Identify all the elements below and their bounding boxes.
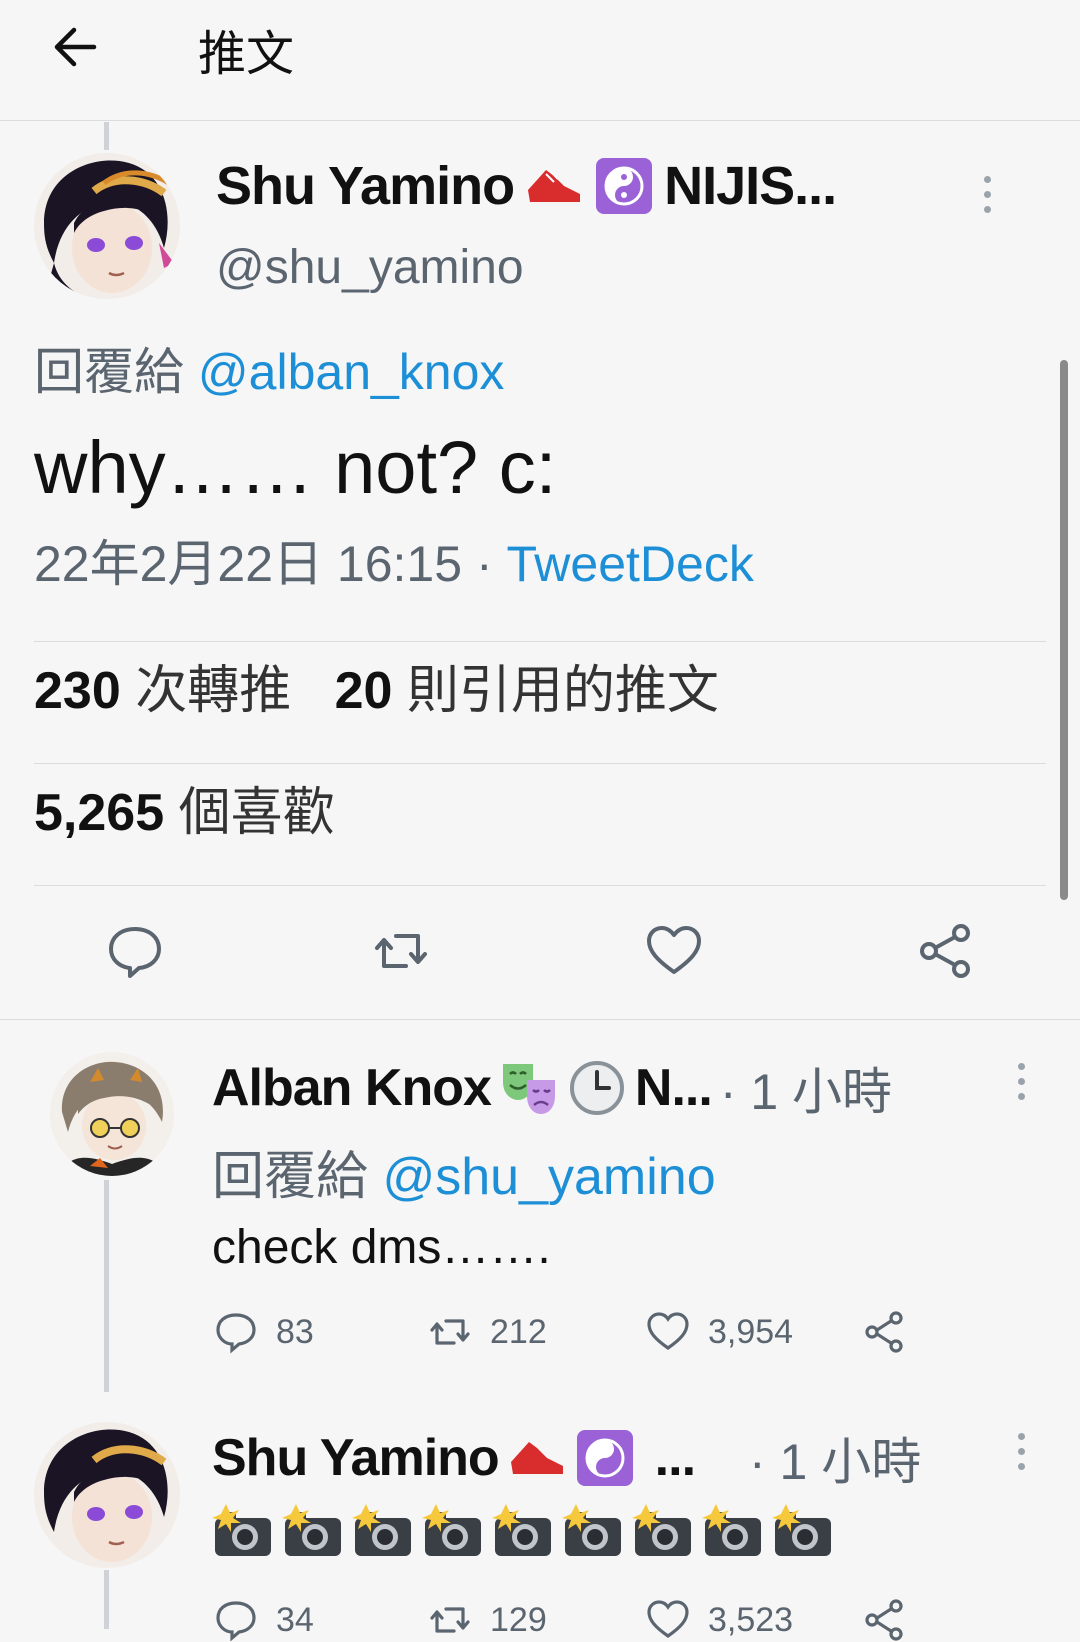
more-options-icon[interactable]: [1016, 1063, 1026, 1107]
retweet-icon[interactable]: [372, 922, 430, 980]
reply-time[interactable]: · 1 小時: [720, 1052, 892, 1124]
avatar-shu-yamino[interactable]: [34, 1422, 180, 1568]
reply-to-line: 回覆給 @shu_yamino: [212, 1134, 716, 1209]
divider: [34, 885, 1046, 886]
reply-to-handle[interactable]: @alban_knox: [198, 344, 505, 400]
tweet-text: why…… not? c:: [34, 426, 557, 509]
reply-time[interactable]: · 1 小時: [749, 1422, 921, 1494]
like-count-button[interactable]: 3,954: [646, 1310, 793, 1354]
retweet-quote-stats: 230 次轉推 20 則引用的推文: [34, 648, 719, 723]
like-count: 3,523: [708, 1600, 794, 1639]
camera-with-flash-emoji-icon: [282, 1502, 344, 1562]
reply-count-button[interactable]: 34: [214, 1598, 314, 1642]
reply-icon[interactable]: [106, 922, 164, 980]
camera-with-flash-emoji-icon: [632, 1502, 694, 1562]
camera-with-flash-emoji-icon: [702, 1502, 764, 1562]
like-count-button[interactable]: 3,523: [646, 1598, 793, 1642]
divider: [34, 641, 1046, 642]
thread-line: [104, 1180, 109, 1392]
like-heart-icon: [647, 1312, 689, 1350]
retweets-stat[interactable]: 230 次轉推: [34, 662, 291, 720]
yin-yang-emoji-icon: [575, 1428, 635, 1488]
reply-count: 34: [276, 1600, 314, 1639]
camera-with-flash-emoji-icon: [212, 1502, 274, 1562]
reply-text: check dms…….: [212, 1221, 551, 1274]
more-options-icon[interactable]: [982, 176, 992, 220]
share-button[interactable]: [862, 1310, 906, 1354]
reply-author-name-suffix: ...: [654, 1429, 696, 1487]
quotes-stat[interactable]: 20 則引用的推文: [335, 662, 719, 720]
thread-line-top: [104, 122, 109, 150]
retweet-icon: [430, 1607, 470, 1633]
reply-count-button[interactable]: 83: [214, 1310, 314, 1354]
reply-icon: [216, 1601, 256, 1642]
tweet-timestamp-row: 22年2月22日 16:15 · TweetDeck: [34, 524, 754, 596]
page-title: 推文: [198, 28, 295, 81]
reply-count: 83: [276, 1312, 314, 1351]
clock-emoji-icon: [567, 1058, 627, 1118]
share-icon: [865, 1599, 903, 1641]
reply-author-name-suffix: N...: [634, 1059, 713, 1117]
tweet-client[interactable]: TweetDeck: [507, 536, 754, 592]
thread-line: [104, 1570, 109, 1629]
reply-author-row[interactable]: Alban Knox N... · 1 小時: [212, 1052, 892, 1124]
reply-author-row[interactable]: Shu Yamino ... · 1 小時: [212, 1422, 921, 1494]
reply-to-line: 回覆給 @alban_knox: [34, 332, 504, 404]
retweet-count-button[interactable]: 212: [428, 1310, 547, 1354]
like-count: 3,954: [708, 1312, 794, 1351]
retweet-count-button[interactable]: 129: [428, 1598, 547, 1642]
like-heart-icon[interactable]: [645, 922, 703, 980]
like-heart-icon: [647, 1600, 689, 1638]
yin-yang-emoji-icon: [594, 156, 654, 216]
header-divider: [0, 120, 1080, 121]
sneaker-emoji-icon: [524, 156, 584, 216]
camera-with-flash-emoji-icon: [422, 1502, 484, 1562]
performing-arts-masks-emoji-icon: [499, 1058, 559, 1118]
reply-prefix: 回覆給: [212, 1148, 369, 1206]
sneaker-emoji-icon: [507, 1428, 567, 1488]
camera-with-flash-emoji-icon: [492, 1502, 554, 1562]
reply-prefix: 回覆給: [34, 344, 184, 400]
reply-author-name: Alban Knox: [212, 1059, 492, 1117]
scrollbar[interactable]: [1060, 360, 1068, 900]
avatar-shu-yamino[interactable]: [34, 153, 180, 299]
retweet-icon: [430, 1319, 470, 1345]
share-button[interactable]: [862, 1598, 906, 1642]
reply-to-handle[interactable]: @shu_yamino: [382, 1148, 715, 1206]
camera-with-flash-emoji-icon: [352, 1502, 414, 1562]
reply-author-name: Shu Yamino: [212, 1429, 500, 1487]
avatar-alban-knox[interactable]: [50, 1052, 174, 1176]
tweet-timestamp[interactable]: 22年2月22日 16:15 ·: [34, 536, 507, 592]
camera-with-flash-emoji-icon: [562, 1502, 624, 1562]
reply-text-emoji-row: [212, 1502, 842, 1574]
share-icon: [865, 1311, 903, 1353]
back-arrow-icon[interactable]: [50, 22, 100, 72]
reply-icon: [216, 1313, 256, 1354]
author-name-row[interactable]: Shu Yamino NIJIS...: [216, 155, 837, 217]
author-name: Shu Yamino: [216, 156, 515, 216]
retweet-count: 129: [490, 1600, 547, 1639]
author-name-suffix: NIJIS...: [664, 156, 837, 216]
retweet-count: 212: [490, 1312, 547, 1351]
camera-with-flash-emoji-icon: [772, 1502, 834, 1562]
top-app-bar: 推文: [0, 0, 1080, 120]
more-options-icon[interactable]: [1016, 1433, 1026, 1477]
likes-stat[interactable]: 5,265 個喜歡: [34, 770, 335, 845]
section-divider: [0, 1019, 1080, 1020]
divider: [34, 763, 1046, 764]
share-icon[interactable]: [916, 922, 974, 980]
author-handle[interactable]: @shu_yamino: [216, 240, 524, 295]
